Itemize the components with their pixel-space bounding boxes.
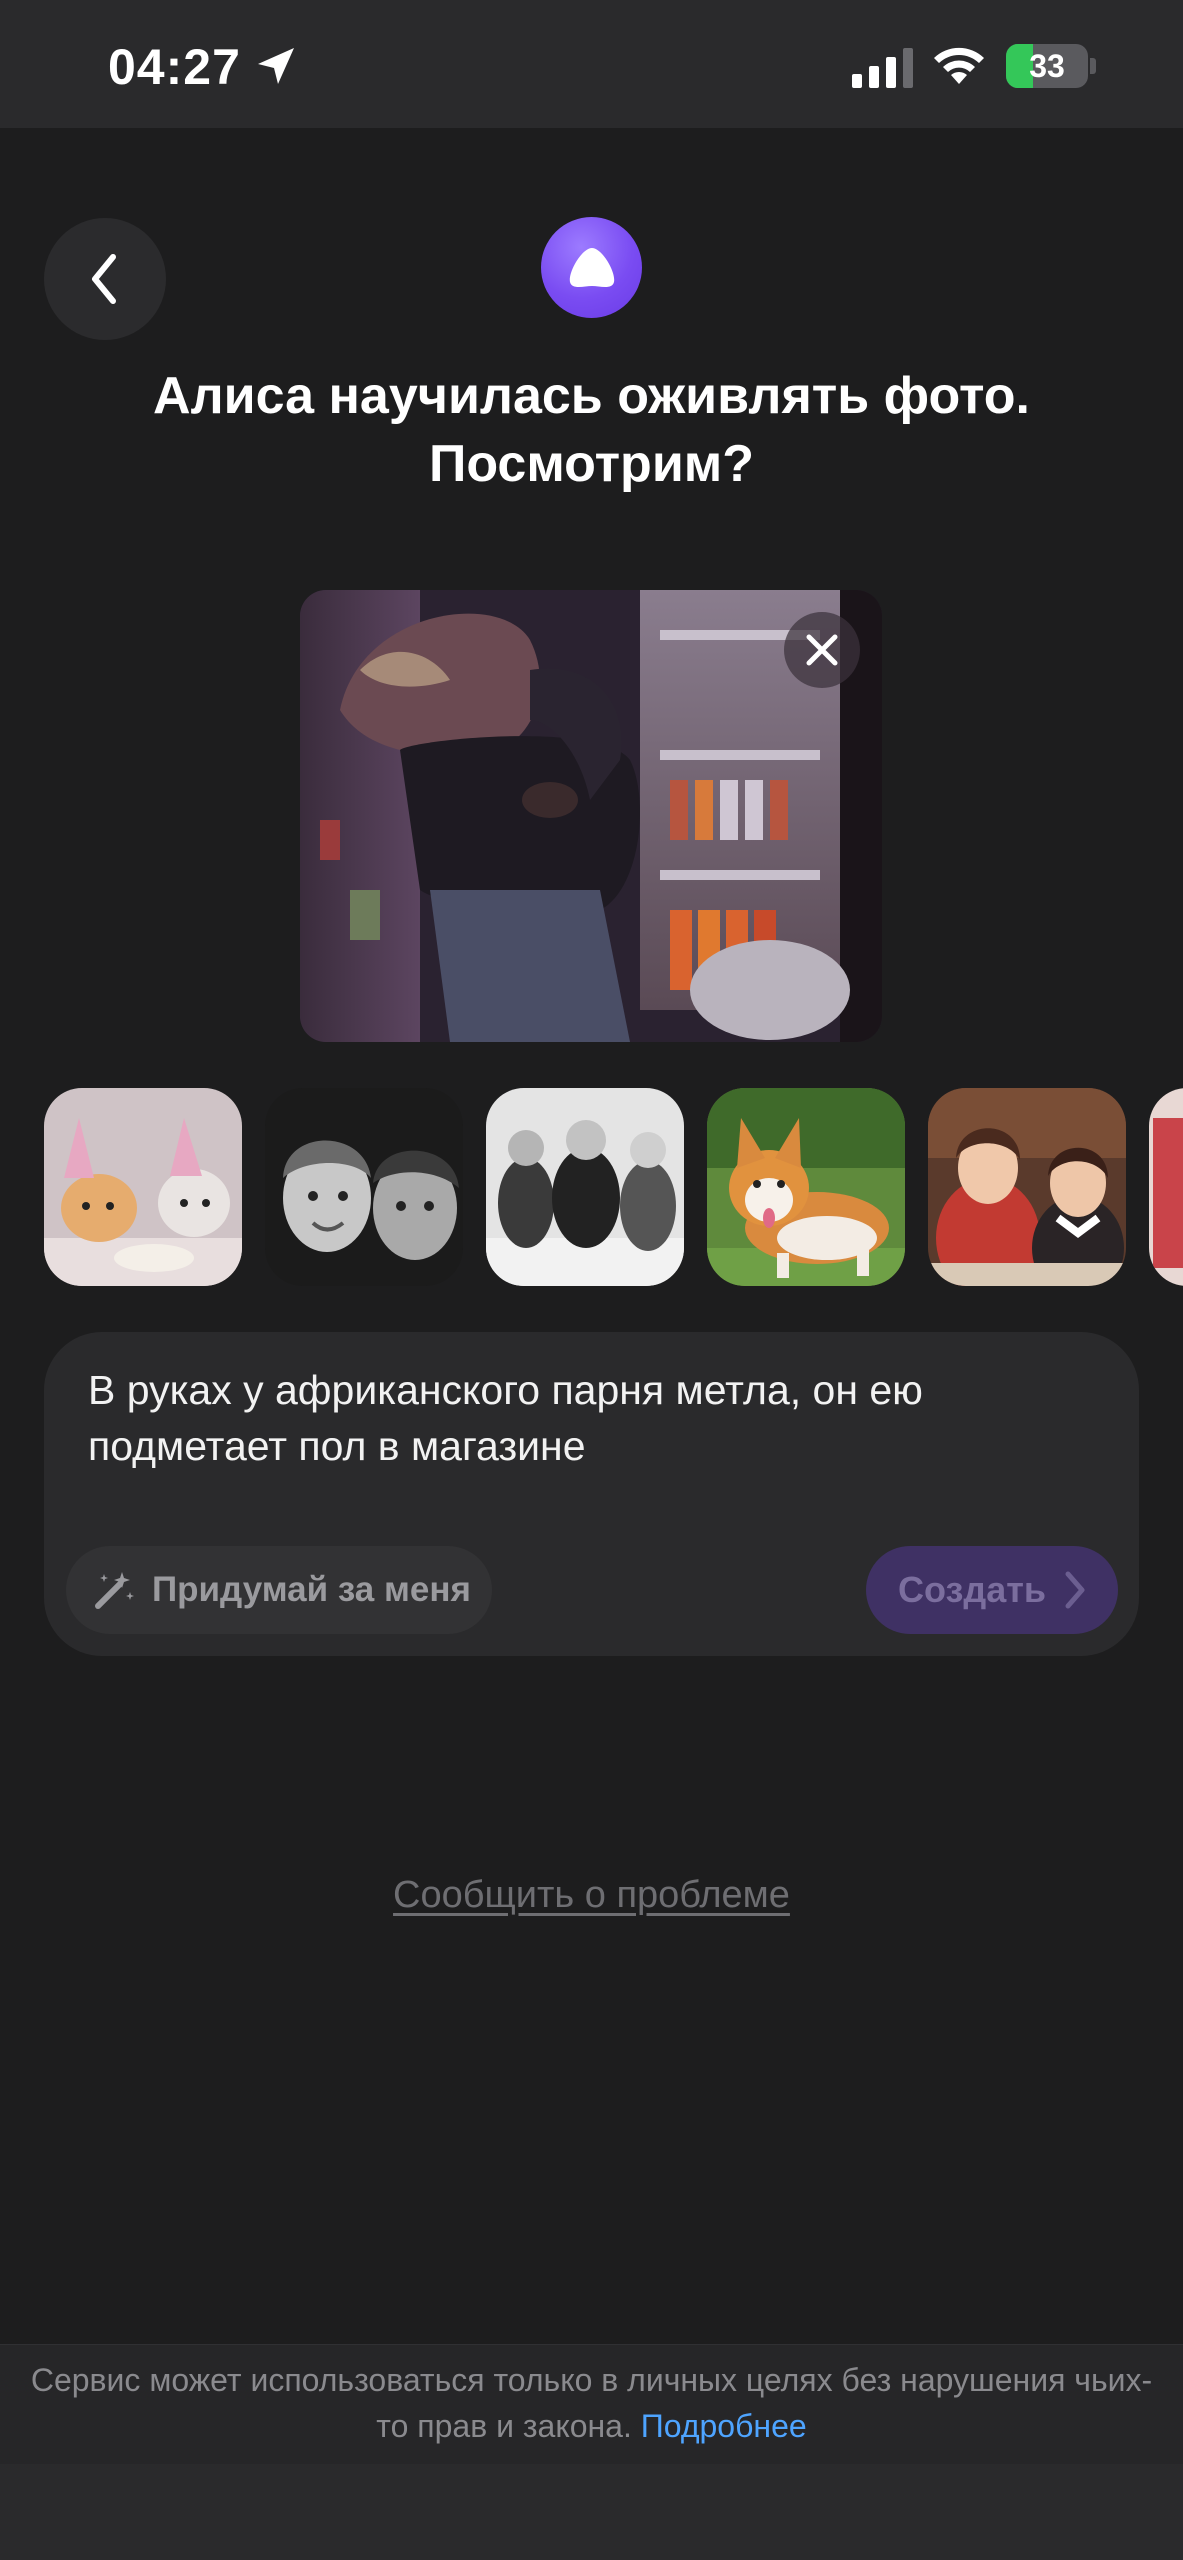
page-title: Алиса научилась оживлять фото. Посмотрим… xyxy=(153,367,1030,493)
thumbnail-partial[interactable] xyxy=(1149,1088,1183,1286)
chevron-left-icon xyxy=(92,254,116,304)
alice-logo-icon xyxy=(541,217,642,318)
create-label: Создать xyxy=(898,1569,1047,1610)
disclaimer-body: Сервис может использоваться только в лич… xyxy=(30,2362,1153,2444)
create-button[interactable]: Создать xyxy=(866,1546,1118,1634)
thumbnail-girls[interactable] xyxy=(928,1088,1126,1286)
thumbnail-children-bw[interactable] xyxy=(265,1088,463,1286)
chevron-right-icon xyxy=(1065,1571,1085,1609)
close-button[interactable] xyxy=(784,612,860,688)
cellular-signal-icon xyxy=(852,48,913,88)
report-problem-link[interactable]: Сообщить о проблеме xyxy=(0,1874,1183,1917)
thumbnail-winter-children[interactable] xyxy=(486,1088,684,1286)
back-button[interactable] xyxy=(44,218,166,340)
location-arrow-icon xyxy=(258,48,294,84)
status-time: 04:27 xyxy=(108,39,241,95)
close-icon xyxy=(806,634,838,666)
battery-percent: 33 xyxy=(1029,48,1065,84)
bottom-bar xyxy=(0,2464,1183,2560)
suggest-label: Придумай за меня xyxy=(152,1570,471,1609)
wifi-icon xyxy=(934,47,984,84)
prompt-input[interactable]: В руках у африканского парня метла, он е… xyxy=(88,1362,1098,1474)
thumbnail-corgi[interactable] xyxy=(707,1088,905,1286)
screen: 04:27 33 Алиса научилась оживлять фото. … xyxy=(0,0,1183,2560)
battery-indicator: 33 xyxy=(1006,44,1096,88)
prompt-card: В руках у африканского парня метла, он е… xyxy=(44,1332,1139,1656)
example-thumbnails xyxy=(44,1088,1183,1288)
more-info-link[interactable]: Подробнее xyxy=(641,2408,807,2444)
suggest-for-me-button[interactable]: Придумай за меня xyxy=(66,1546,492,1634)
status-bar: 04:27 33 xyxy=(0,0,1183,128)
disclaimer-text: Сервис может использоваться только в лич… xyxy=(20,2357,1163,2449)
thumbnail-kittens[interactable] xyxy=(44,1088,242,1286)
disclaimer-footer: Сервис может использоваться только в лич… xyxy=(0,2344,1183,2464)
magic-wand-icon xyxy=(95,1572,134,1609)
